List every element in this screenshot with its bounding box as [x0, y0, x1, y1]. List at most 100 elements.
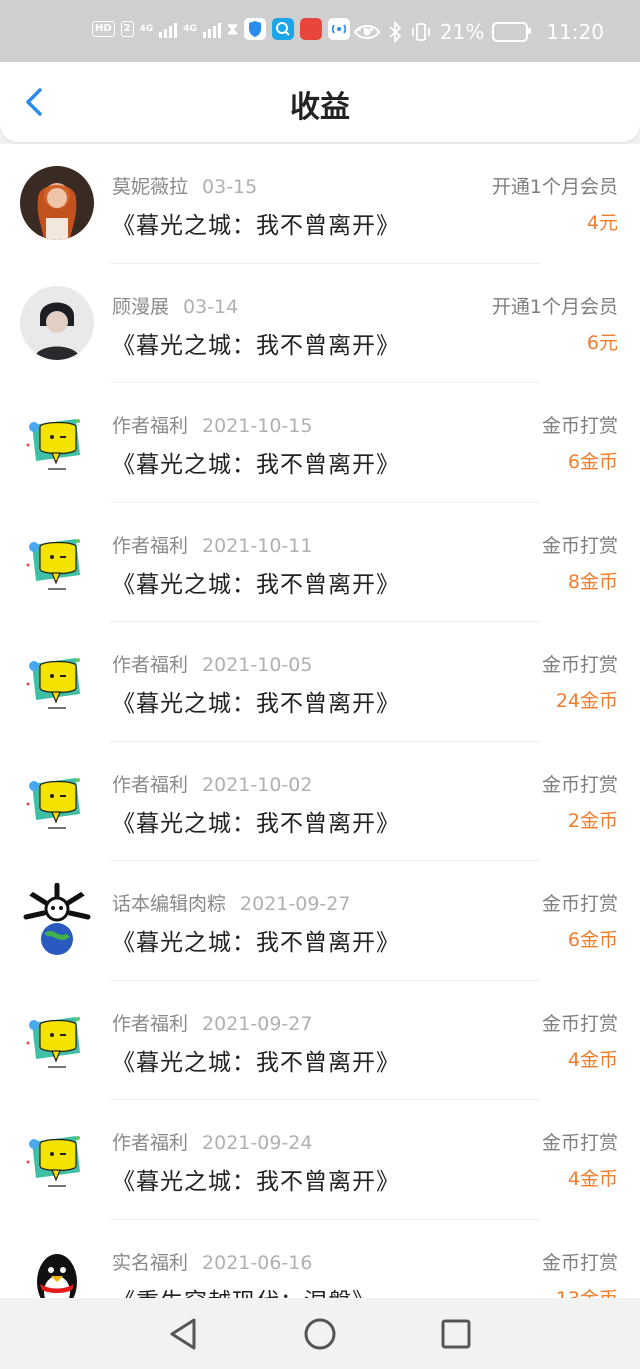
item-meta: 实名福利 2021-06-16	[112, 1248, 312, 1275]
income-type: 开通1个月会员	[491, 295, 618, 318]
clock: 11:20	[546, 20, 604, 44]
list-item[interactable]: 作者福利 2021-09-24 《暮光之城：我不曾离开》 金币打赏 4金币	[0, 1100, 640, 1220]
income-amount: 6元	[586, 331, 618, 354]
avatar[interactable]	[20, 285, 94, 360]
income-type: 金币打赏	[541, 1251, 618, 1274]
hd-badge: HD	[92, 21, 115, 37]
avatar[interactable]	[20, 1241, 94, 1298]
item-date: 2021-09-27	[240, 893, 351, 915]
battery-percent: 21%	[439, 20, 485, 44]
search-app-icon	[272, 18, 295, 40]
sender-name: 顾漫展	[112, 295, 170, 318]
list-item[interactable]: 话本编辑肉粽 2021-09-27 《暮光之城：我不曾离开》 金币打赏 6金币	[0, 861, 640, 981]
page-title: 收益	[290, 90, 350, 125]
item-meta: 作者福利 2021-09-27	[112, 1009, 312, 1036]
income-amount: 8金币	[567, 570, 618, 593]
income-type: 金币打赏	[541, 1132, 618, 1154]
item-date: 2021-09-24	[202, 1132, 313, 1154]
list-item[interactable]: 作者福利 2021-10-02 《暮光之城：我不曾离开》 金币打赏 2金币	[0, 741, 640, 861]
battery-icon	[492, 22, 532, 42]
avatar[interactable]	[20, 524, 94, 599]
system-nav-bar	[0, 1298, 640, 1369]
book-title: 《重生穿越现代：涅槃》	[112, 1282, 376, 1299]
item-meta: 顾漫展 03-14	[112, 292, 238, 319]
sender-name: 作者福利	[112, 415, 189, 437]
sender-name: 作者福利	[112, 773, 189, 796]
sender-name: 作者福利	[112, 1012, 189, 1035]
item-meta: 作者福利 2021-09-24	[112, 1128, 312, 1155]
bluetooth-icon	[389, 21, 402, 43]
item-date: 2021-10-05	[202, 654, 313, 676]
list-item[interactable]: 作者福利 2021-10-11 《暮光之城：我不曾离开》 金币打赏 8金币	[0, 502, 640, 622]
page-header: 收益	[0, 62, 640, 142]
book-title: 《暮光之城：我不曾离开》	[112, 1169, 400, 1195]
avatar[interactable]	[20, 166, 94, 240]
circle-home-icon	[304, 1318, 336, 1350]
list-item[interactable]: 实名福利 2021-06-16 《重生穿越现代：涅槃》 金币打赏 13金币	[0, 1219, 640, 1299]
income-type: 金币打赏	[541, 1012, 618, 1035]
income-amount: 24金币	[555, 690, 618, 712]
avatar[interactable]	[20, 644, 94, 718]
network-label-2: 4G	[183, 24, 197, 34]
eye-icon	[353, 25, 380, 39]
book-title: 《暮光之城：我不曾离开》	[112, 691, 400, 717]
status-left-group: HD 2 4G 4G ⧗ ···	[92, 18, 374, 40]
book-title: 《暮光之城：我不曾离开》	[112, 810, 400, 837]
nav-recent-button[interactable]	[436, 1314, 476, 1354]
item-date: 2021-10-11	[202, 534, 313, 557]
list-item[interactable]: 作者福利 2021-09-27 《暮光之城：我不曾离开》 金币打赏 4金币	[0, 980, 640, 1100]
list-item[interactable]: 顾漫展 03-14 《暮光之城：我不曾离开》 开通1个月会员 6元	[0, 263, 640, 383]
nav-home-button[interactable]	[300, 1314, 340, 1354]
income-type: 金币打赏	[541, 773, 618, 796]
income-type: 开通1个月会员	[491, 176, 618, 198]
income-amount: 2金币	[567, 809, 618, 832]
income-type: 金币打赏	[541, 654, 618, 676]
status-bar: HD 2 4G 4G ⧗ ··· 21% 11:20	[0, 0, 640, 62]
list-item[interactable]: 作者福利 2021-10-15 《暮光之城：我不曾离开》 金币打赏 6金币	[0, 383, 640, 503]
item-meta: 作者福利 2021-10-11	[112, 531, 312, 558]
item-meta: 作者福利 2021-10-15	[112, 411, 312, 438]
sender-name: 作者福利	[112, 534, 189, 557]
square-recent-icon	[441, 1319, 471, 1349]
avatar[interactable]	[20, 1122, 94, 1196]
sender-name: 莫妮薇拉	[112, 176, 189, 198]
income-amount: 4金币	[567, 1168, 618, 1190]
avatar[interactable]	[20, 763, 94, 838]
book-title: 《暮光之城：我不曾离开》	[112, 452, 400, 478]
item-meta: 作者福利 2021-10-05	[112, 650, 312, 677]
list-item[interactable]: 作者福利 2021-10-05 《暮光之城：我不曾离开》 金币打赏 24金币	[0, 622, 640, 742]
item-date: 2021-10-15	[202, 415, 313, 437]
income-type: 金币打赏	[541, 415, 618, 437]
signal-icon-2	[202, 20, 221, 38]
avatar[interactable]	[20, 883, 94, 957]
income-amount: 4金币	[567, 1048, 618, 1071]
vibrate-icon	[412, 23, 430, 41]
avatar[interactable]	[20, 1002, 94, 1077]
income-type: 金币打赏	[541, 893, 618, 915]
sim-badge: 2	[120, 21, 134, 37]
sender-name: 实名福利	[112, 1251, 189, 1274]
income-amount: 6金币	[567, 929, 618, 951]
earnings-list[interactable]: 莫妮薇拉 03-15 《暮光之城：我不曾离开》 开通1个月会员 4元顾漫展 03-14 《暮…	[0, 144, 640, 1298]
status-right-group: 21% 11:20	[353, 20, 604, 44]
income-amount: 4元	[586, 212, 618, 234]
signal-icon	[159, 20, 178, 38]
network-label-1: 4G	[139, 24, 154, 34]
sender-name: 作者福利	[112, 1132, 189, 1154]
income-type: 金币打赏	[541, 534, 618, 557]
item-date: 2021-06-16	[202, 1251, 313, 1274]
book-title: 《暮光之城：我不曾离开》	[112, 571, 400, 598]
list-item[interactable]: 莫妮薇拉 03-15 《暮光之城：我不曾离开》 开通1个月会员 4元	[0, 144, 640, 264]
item-date: 2021-09-27	[202, 1012, 313, 1035]
nav-back-button[interactable]	[164, 1314, 204, 1354]
book-title: 《暮光之城：我不曾离开》	[112, 930, 400, 956]
avatar[interactable]	[20, 405, 94, 479]
item-date: 2021-10-02	[202, 773, 313, 796]
book-title: 《暮光之城：我不曾离开》	[112, 1049, 400, 1076]
item-meta: 莫妮薇拉 03-15	[112, 172, 257, 199]
shield-icon	[244, 18, 267, 40]
triangle-back-icon	[170, 1318, 196, 1350]
item-date: 03-14	[183, 295, 239, 318]
wifi-hotspot-icon	[328, 18, 351, 40]
income-amount: 6金币	[567, 451, 618, 473]
